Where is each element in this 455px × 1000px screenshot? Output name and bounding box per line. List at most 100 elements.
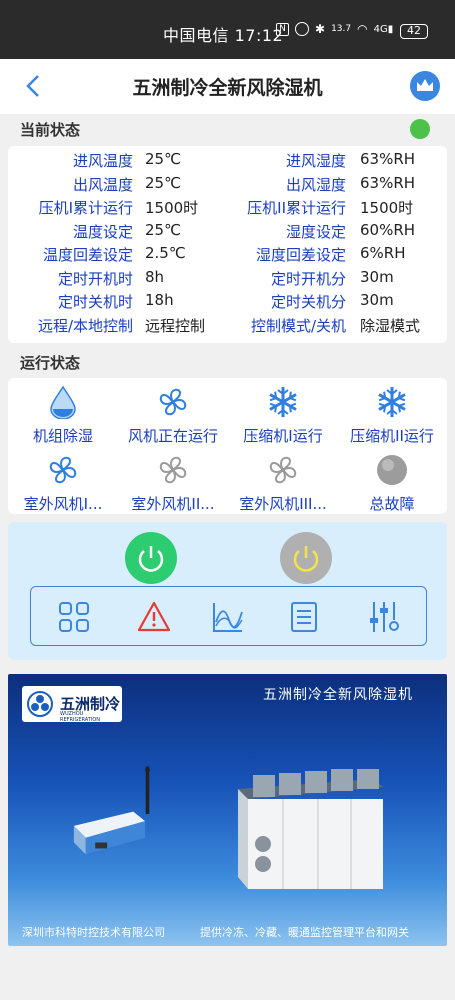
fan-icon bbox=[49, 456, 77, 484]
power-off-button[interactable] bbox=[280, 532, 332, 584]
state-value: 2.5℃ bbox=[145, 244, 186, 262]
state-value: 6%RH bbox=[360, 244, 406, 262]
dehumidifier-unit-image bbox=[238, 769, 383, 889]
banner-slogan: 提供冷冻、冷藏、暖通监控管理平台和网关 bbox=[200, 926, 409, 939]
run-status-label: 室外风机II... bbox=[131, 495, 215, 513]
logo-subtext: WUZHOU REFRIGERATION bbox=[60, 711, 100, 723]
state-value: 63%RH bbox=[360, 150, 416, 168]
netspeed: 13.7 bbox=[331, 24, 352, 34]
run-status-item: 压缩机I运行 bbox=[228, 385, 338, 446]
wifi-icon: ◠ bbox=[357, 22, 368, 36]
fan-icon bbox=[269, 456, 297, 484]
state-value: 远程控制 bbox=[145, 316, 206, 335]
run-status-item: 室外风机I... bbox=[8, 453, 118, 514]
run-status-item: 风机正在运行 bbox=[118, 385, 228, 446]
state-value: 18h bbox=[145, 291, 174, 309]
run-status-item: 机组除湿 bbox=[8, 385, 118, 446]
fan-icon bbox=[159, 388, 187, 416]
state-label: 控制模式/关机 bbox=[250, 316, 346, 335]
water-drop-icon bbox=[50, 385, 76, 419]
state-label: 出风湿度 bbox=[285, 175, 346, 194]
state-value: 30m bbox=[360, 291, 394, 309]
snowflake-icon bbox=[269, 387, 297, 417]
run-status-label: 室外风机I... bbox=[23, 495, 103, 513]
run-state-title: 运行状态 bbox=[20, 354, 81, 372]
toolbar bbox=[30, 586, 427, 646]
state-value: 1500时 bbox=[360, 199, 414, 217]
state-label: 出风温度 bbox=[72, 175, 133, 194]
online-status-indicator bbox=[410, 119, 430, 139]
fan-icon bbox=[159, 456, 187, 484]
state-value: 25℃ bbox=[145, 173, 181, 192]
state-label: 湿度设定 bbox=[285, 222, 346, 241]
fault-indicator-icon bbox=[377, 455, 407, 485]
bluetooth-icon: ✱ bbox=[315, 22, 326, 36]
state-label: 进风温度 bbox=[72, 152, 133, 170]
state-value: 除湿模式 bbox=[360, 316, 421, 335]
app-header: 五洲制冷全新风除湿机 bbox=[0, 59, 455, 114]
state-label: 远程/本地控制 bbox=[37, 316, 133, 335]
state-value: 60%RH bbox=[360, 220, 416, 239]
state-value: 1500时 bbox=[145, 199, 199, 217]
banner-title: 五洲制冷全新风除湿机 bbox=[263, 687, 413, 703]
status-bar: 中国电信 17:12 N ✱ 13.7 ◠ 4G▮ 42 bbox=[0, 0, 455, 59]
run-status-label: 压缩机I运行 bbox=[243, 427, 323, 445]
state-value: 8h bbox=[145, 267, 165, 286]
list-icon[interactable] bbox=[287, 600, 321, 634]
carrier-time: 中国电信 17:12 bbox=[163, 26, 284, 45]
status-icons: N ✱ 13.7 ◠ 4G▮ bbox=[276, 22, 393, 36]
alarm-warning-icon[interactable] bbox=[137, 600, 171, 634]
state-label: 进风湿度 bbox=[285, 152, 346, 170]
run-status-label: 风机正在运行 bbox=[127, 427, 218, 445]
run-status-label: 机组除湿 bbox=[32, 427, 93, 445]
state-row: 温度设定 25℃ 湿度设定 60%RH bbox=[8, 221, 447, 244]
state-value: 30m bbox=[360, 267, 394, 286]
state-label: 压机II累计运行 bbox=[247, 199, 346, 217]
state-label: 定时关机分 bbox=[270, 293, 346, 311]
state-row: 出风温度 25℃ 出风湿度 63%RH bbox=[8, 174, 447, 197]
logo-emblem-icon bbox=[27, 691, 53, 717]
state-label: 湿度回差设定 bbox=[255, 246, 346, 264]
power-on-button[interactable] bbox=[125, 532, 177, 584]
state-row: 远程/本地控制 远程控制 控制模式/关机 除湿模式 bbox=[8, 315, 447, 338]
signal-icon: 4G▮ bbox=[373, 23, 394, 35]
state-value: 63%RH bbox=[360, 173, 416, 192]
state-row: 定时开机时 8h 定时开机分 30m bbox=[8, 268, 447, 291]
nfc-icon: N bbox=[276, 22, 289, 36]
state-label: 温度设定 bbox=[72, 222, 133, 241]
run-status-item: 压缩机II运行 bbox=[337, 385, 447, 446]
state-row: 定时关机时 18h 定时关机分 30m bbox=[8, 291, 447, 314]
trend-chart-icon[interactable] bbox=[211, 600, 245, 634]
state-label: 温度回差设定 bbox=[42, 246, 133, 264]
state-label: 定时关机时 bbox=[57, 293, 133, 311]
state-value: 25℃ bbox=[145, 150, 181, 168]
run-status-label: 总故障 bbox=[369, 495, 415, 513]
product-banner: 五洲制冷 WUZHOU REFRIGERATION 五洲制冷全新风除湿机 深圳市… bbox=[8, 674, 447, 946]
run-status-item: 总故障 bbox=[337, 453, 447, 514]
run-status-label: 室外风机III... bbox=[239, 495, 327, 513]
control-panel bbox=[8, 522, 447, 660]
page-title: 五洲制冷全新风除湿机 bbox=[132, 77, 323, 99]
current-state-title: 当前状态 bbox=[20, 121, 81, 139]
run-status-label: 压缩机II运行 bbox=[350, 427, 434, 445]
state-row: 压机I累计运行 1500时 压机II累计运行 1500时 bbox=[8, 197, 447, 220]
battery-icon: 42 bbox=[400, 24, 428, 39]
grid-menu-icon[interactable] bbox=[57, 600, 91, 634]
settings-sliders-icon[interactable] bbox=[367, 600, 401, 634]
run-status-item: 室外风机III... bbox=[228, 453, 338, 514]
state-value: 25℃ bbox=[145, 220, 181, 239]
state-label: 压机I累计运行 bbox=[38, 199, 133, 217]
state-row: 进风温度 25℃ 进风湿度 63%RH bbox=[8, 150, 447, 173]
banner-company: 深圳市科特时控技术有限公司 bbox=[22, 926, 165, 939]
current-state-card: 进风温度 25℃ 进风湿度 63%RH 出风温度 25℃ 出风湿度 63%RH 压机I累计运行 1… bbox=[8, 146, 447, 343]
state-label: 定时开机分 bbox=[270, 269, 346, 288]
run-state-card: 机组除湿 风机正在运行 压缩机I运行 压缩机II运行室外风机I... 室外风机II...… bbox=[8, 378, 447, 514]
state-label: 定时开机时 bbox=[57, 269, 133, 288]
brand-logo: 五洲制冷 WUZHOU REFRIGERATION bbox=[22, 686, 122, 723]
state-row: 温度回差设定 2.5℃ 湿度回差设定 6%RH bbox=[8, 244, 447, 267]
crown-icon[interactable] bbox=[410, 71, 440, 101]
gateway-device-image bbox=[73, 766, 150, 855]
snowflake-icon bbox=[378, 387, 406, 417]
alarm-icon bbox=[295, 22, 309, 36]
run-status-item: 室外风机II... bbox=[118, 453, 228, 514]
